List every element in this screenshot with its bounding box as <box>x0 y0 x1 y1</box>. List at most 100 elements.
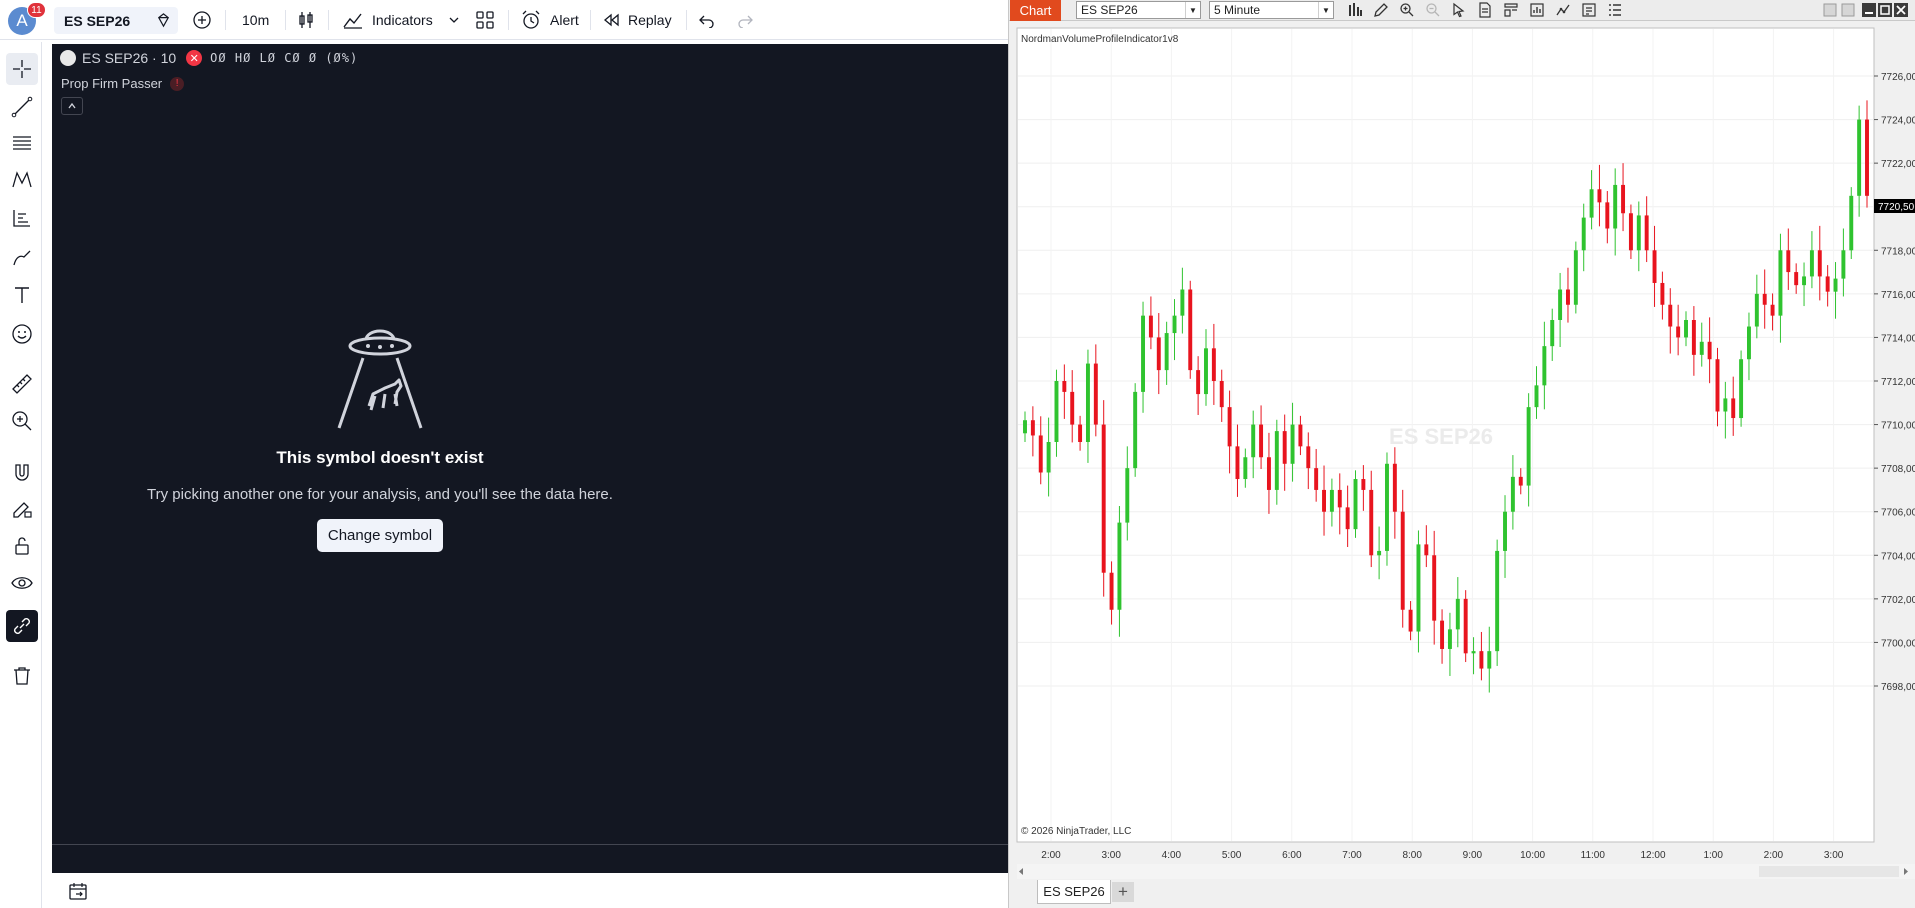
y-tick-label: 7704,00 <box>1881 551 1915 562</box>
empty-description: Try picking another one for your analysi… <box>147 486 613 503</box>
candle-down <box>1518 476 1523 486</box>
indicator-name: Prop Firm Passer <box>61 76 163 91</box>
emoji-tool[interactable] <box>6 318 38 350</box>
candle-up <box>1204 348 1208 395</box>
warning-icon[interactable]: ! <box>170 76 185 91</box>
ruler-tool[interactable] <box>6 368 38 400</box>
chart-tab-es[interactable]: ES SEP26 <box>1037 880 1111 904</box>
zoom-tool[interactable] <box>6 405 38 437</box>
y-tick-label: 7722,00 <box>1881 159 1915 170</box>
candle-down <box>1078 424 1083 442</box>
collapse-legend-button[interactable] <box>61 97 83 115</box>
symbol-label: ES SEP26 <box>64 12 131 29</box>
empty-state: This symbol doesn't exist Try picking an… <box>52 324 708 552</box>
candle-up <box>1141 315 1146 392</box>
candle-down <box>1219 381 1224 408</box>
candle-up <box>1684 320 1688 338</box>
candle-up <box>1243 457 1248 480</box>
candlestick-chart[interactable]: ES SEP26 NordmanVolumeProfileIndicator1v… <box>1009 0 1915 908</box>
remove-drawings-tool[interactable] <box>6 660 38 692</box>
x-tick-label: 2:00 <box>1764 850 1784 861</box>
change-symbol-button[interactable]: Change symbol <box>316 519 444 552</box>
candle-down <box>1196 370 1201 395</box>
chart-type-button[interactable] <box>296 8 316 32</box>
candle-down <box>1463 598 1468 654</box>
candle-up <box>1526 407 1531 486</box>
add-tab-button[interactable]: + <box>1112 882 1134 902</box>
forecast-icon <box>13 210 30 227</box>
candle-up <box>1447 629 1452 649</box>
y-tick-label: 7702,00 <box>1881 595 1915 606</box>
symbol-search-button[interactable]: ES SEP26 <box>54 7 178 34</box>
candle-down <box>1408 609 1413 632</box>
pattern-tool[interactable] <box>6 164 38 196</box>
redo-button[interactable] <box>736 8 754 32</box>
time-scale[interactable] <box>52 845 1008 873</box>
sync-drawings-tool[interactable] <box>6 610 38 642</box>
candle-up <box>1857 119 1862 196</box>
candle-down <box>1392 463 1397 512</box>
candle-up <box>1636 215 1641 251</box>
hide-drawings-tool[interactable] <box>6 567 38 599</box>
candle-up <box>1542 346 1547 386</box>
text-tool[interactable] <box>6 279 38 311</box>
candle-up <box>1290 424 1295 464</box>
candle-up <box>1534 385 1539 408</box>
candle-down <box>1369 489 1374 556</box>
candle-up <box>1329 489 1334 512</box>
grid-icon <box>476 11 494 29</box>
candle-up <box>1385 463 1389 551</box>
layouts-button[interactable] <box>475 8 495 32</box>
chart-pane[interactable]: ES SEP26 · 10 ✕ OØ HØ LØ CØ Ø (Ø%) Prop … <box>52 44 1008 844</box>
magnet-tool[interactable] <box>6 457 38 489</box>
trend-line-tool[interactable] <box>6 91 38 123</box>
replay-button[interactable]: Replay <box>602 8 672 32</box>
candle-down <box>1628 213 1633 251</box>
indicators-dropdown[interactable] <box>448 8 460 32</box>
x-tick-label: 7:00 <box>1342 850 1362 861</box>
candle-down <box>1825 276 1830 292</box>
y-tick-label: 7714,00 <box>1881 333 1915 344</box>
candle-down <box>1605 202 1610 229</box>
fib-tool[interactable] <box>6 127 38 159</box>
y-tick-label: 7698,00 <box>1881 682 1915 693</box>
toolbar-divider <box>285 10 286 30</box>
lock-all-tool[interactable] <box>6 530 38 562</box>
indicator-legend[interactable]: Prop Firm Passer ! <box>61 76 185 91</box>
avatar-letter: A <box>16 11 28 30</box>
brush-tool[interactable] <box>6 241 38 273</box>
forecast-tool[interactable] <box>6 202 38 234</box>
candle-down <box>1479 651 1484 669</box>
candle-down <box>1660 282 1665 305</box>
candle-down <box>1156 337 1161 371</box>
crosshair-tool[interactable] <box>6 53 38 85</box>
x-tick-label: 8:00 <box>1402 850 1422 861</box>
candle-up <box>1558 289 1563 320</box>
interval-button[interactable]: 10m <box>242 8 269 32</box>
candle-down <box>1865 119 1869 196</box>
candle-up <box>1723 398 1728 412</box>
candle-down <box>1093 363 1098 425</box>
alert-button[interactable]: Alert <box>520 8 579 32</box>
compare-add-button[interactable] <box>192 8 212 32</box>
indicator-label: NordmanVolumeProfileIndicator1v8 <box>1021 34 1179 45</box>
candle-down <box>1566 289 1570 305</box>
indicators-button[interactable]: Indicators <box>342 8 433 32</box>
x-tick-label: 2:00 <box>1041 850 1061 861</box>
emoji-icon <box>12 324 32 344</box>
candle-down <box>1440 620 1445 649</box>
x-tick-label: 12:00 <box>1640 850 1665 861</box>
date-range-icon[interactable] <box>68 881 88 901</box>
error-icon[interactable]: ✕ <box>186 50 203 66</box>
scroll-thumb[interactable] <box>1759 866 1899 877</box>
rewind-icon <box>603 13 619 27</box>
lock-drawing-tool[interactable] <box>6 493 38 525</box>
drawing-toolbar <box>0 42 42 908</box>
candle-down <box>1424 544 1429 556</box>
zoom-in-icon <box>12 411 32 431</box>
undo-button[interactable] <box>698 8 716 32</box>
chart-watermark: ES SEP26 <box>1389 424 1493 449</box>
candle-up <box>1841 250 1846 279</box>
y-tick-label: 7708,00 <box>1881 464 1915 475</box>
y-tick-label: 7716,00 <box>1881 290 1915 301</box>
